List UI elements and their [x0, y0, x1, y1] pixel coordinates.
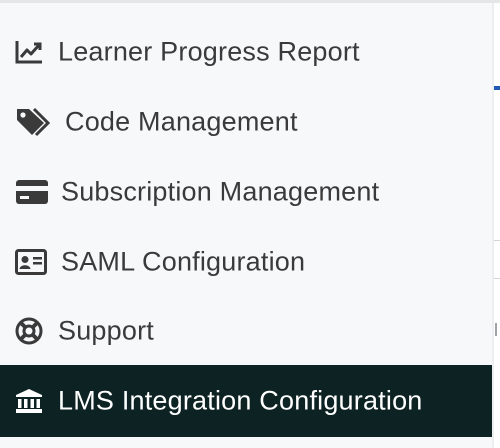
sidebar-nav: Learner Progress Report Code Management … [0, 3, 492, 448]
id-card-icon [15, 249, 47, 275]
line-chart-icon [15, 40, 43, 64]
main-content-edge [494, 3, 500, 448]
sidebar-item-support[interactable]: Support [0, 297, 492, 365]
life-ring-icon [15, 317, 43, 345]
sidebar-item-label: Subscription Management [61, 176, 380, 207]
active-tab-indicator [494, 86, 500, 90]
sidebar-item-label: Support [58, 315, 154, 346]
clipped-content [495, 323, 497, 336]
content-divider [494, 240, 500, 241]
sidebar-item-label: Code Management [65, 106, 298, 137]
content-divider [494, 278, 500, 279]
tags-icon [15, 106, 51, 138]
sidebar-item-code-management[interactable]: Code Management [0, 87, 492, 157]
sidebar-item-learner-progress-report[interactable]: Learner Progress Report [0, 17, 492, 87]
sidebar-item-label: LMS Integration Configuration [58, 385, 423, 416]
sidebar-item-subscription-management[interactable]: Subscription Management [0, 157, 492, 227]
credit-card-icon [15, 179, 49, 205]
university-icon [15, 388, 43, 414]
sidebar-item-label: SAML Configuration [61, 246, 306, 277]
sidebar-item-label: Learner Progress Report [58, 36, 360, 67]
sidebar-item-saml-configuration[interactable]: SAML Configuration [0, 227, 492, 297]
sidebar-item-lms-integration-configuration[interactable]: LMS Integration Configuration [0, 365, 492, 437]
